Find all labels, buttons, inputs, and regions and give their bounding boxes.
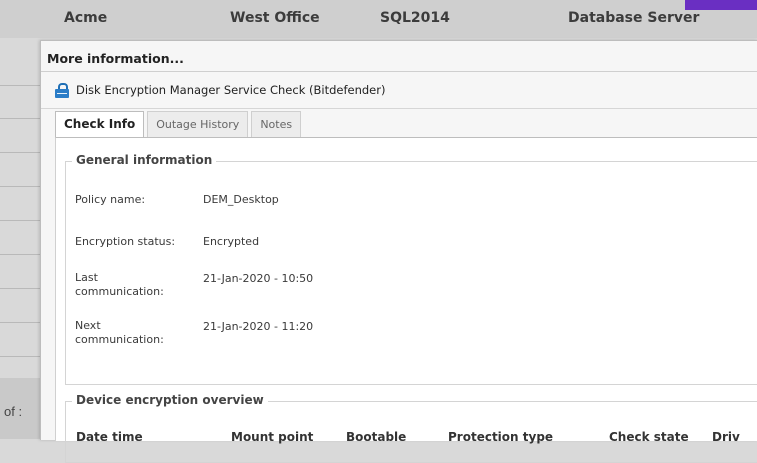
bg-cell-company: Acme xyxy=(64,10,108,26)
tab-bar: Check Info Outage History Notes xyxy=(55,111,304,138)
bg-cell-site: West Office xyxy=(230,10,320,26)
accent-bar xyxy=(685,0,757,10)
bg-cell-device: SQL2014 xyxy=(380,10,450,26)
last-communication-value: 21-Jan-2020 - 10:50 xyxy=(203,272,314,285)
check-header: Disk Encryption Manager Service Check (B… xyxy=(55,80,385,100)
divider xyxy=(41,71,757,72)
tab-check-info[interactable]: Check Info xyxy=(55,111,145,138)
column-header-check-state[interactable]: Check state xyxy=(609,430,689,444)
last-communication-label: Last communication: xyxy=(75,271,164,299)
device-encryption-overview-group: Device encryption overview Date time Mou… xyxy=(65,393,757,463)
encryption-status-value: Encrypted xyxy=(203,235,260,248)
encryption-status-label: Encryption status: xyxy=(75,235,176,248)
device-encryption-overview-legend: Device encryption overview xyxy=(72,393,268,407)
column-header-date-time[interactable]: Date time xyxy=(76,430,143,444)
dialog-title: More information... xyxy=(47,51,184,66)
tab-outage-history[interactable]: Outage History xyxy=(147,111,249,137)
policy-name-value: DEM_Desktop xyxy=(203,193,279,206)
next-communication-label-line1: Next xyxy=(75,319,101,332)
divider xyxy=(41,108,757,109)
tab-notes[interactable]: Notes xyxy=(251,111,302,137)
last-communication-label-line1: Last xyxy=(75,271,98,284)
background-pagination: of : xyxy=(0,378,40,439)
policy-name-label: Policy name: xyxy=(75,193,146,206)
check-info-panel: General information Policy name: DEM_Des… xyxy=(55,137,757,463)
more-information-dialog: More information... Disk Encryption Mana… xyxy=(40,40,757,463)
background-table-row: Acme West Office SQL2014 Database Server xyxy=(0,0,757,38)
general-information-group: General information Policy name: DEM_Des… xyxy=(65,153,757,385)
next-communication-label-line2: communication: xyxy=(75,333,164,346)
bg-cell-role: Database Server xyxy=(568,10,700,26)
last-communication-label-line2: communication: xyxy=(75,285,164,298)
column-header-mount-point[interactable]: Mount point xyxy=(231,430,313,444)
pagination-text: of : xyxy=(4,404,23,419)
column-header-drive[interactable]: Driv xyxy=(712,430,740,444)
column-header-bootable[interactable]: Bootable xyxy=(346,430,406,444)
column-header-protection-type[interactable]: Protection type xyxy=(448,430,553,444)
next-communication-value: 21-Jan-2020 - 11:20 xyxy=(203,320,314,333)
check-name: Disk Encryption Manager Service Check (B… xyxy=(76,83,386,97)
next-communication-label: Next communication: xyxy=(75,319,164,347)
general-information-legend: General information xyxy=(72,153,217,167)
lock-icon xyxy=(55,82,69,98)
